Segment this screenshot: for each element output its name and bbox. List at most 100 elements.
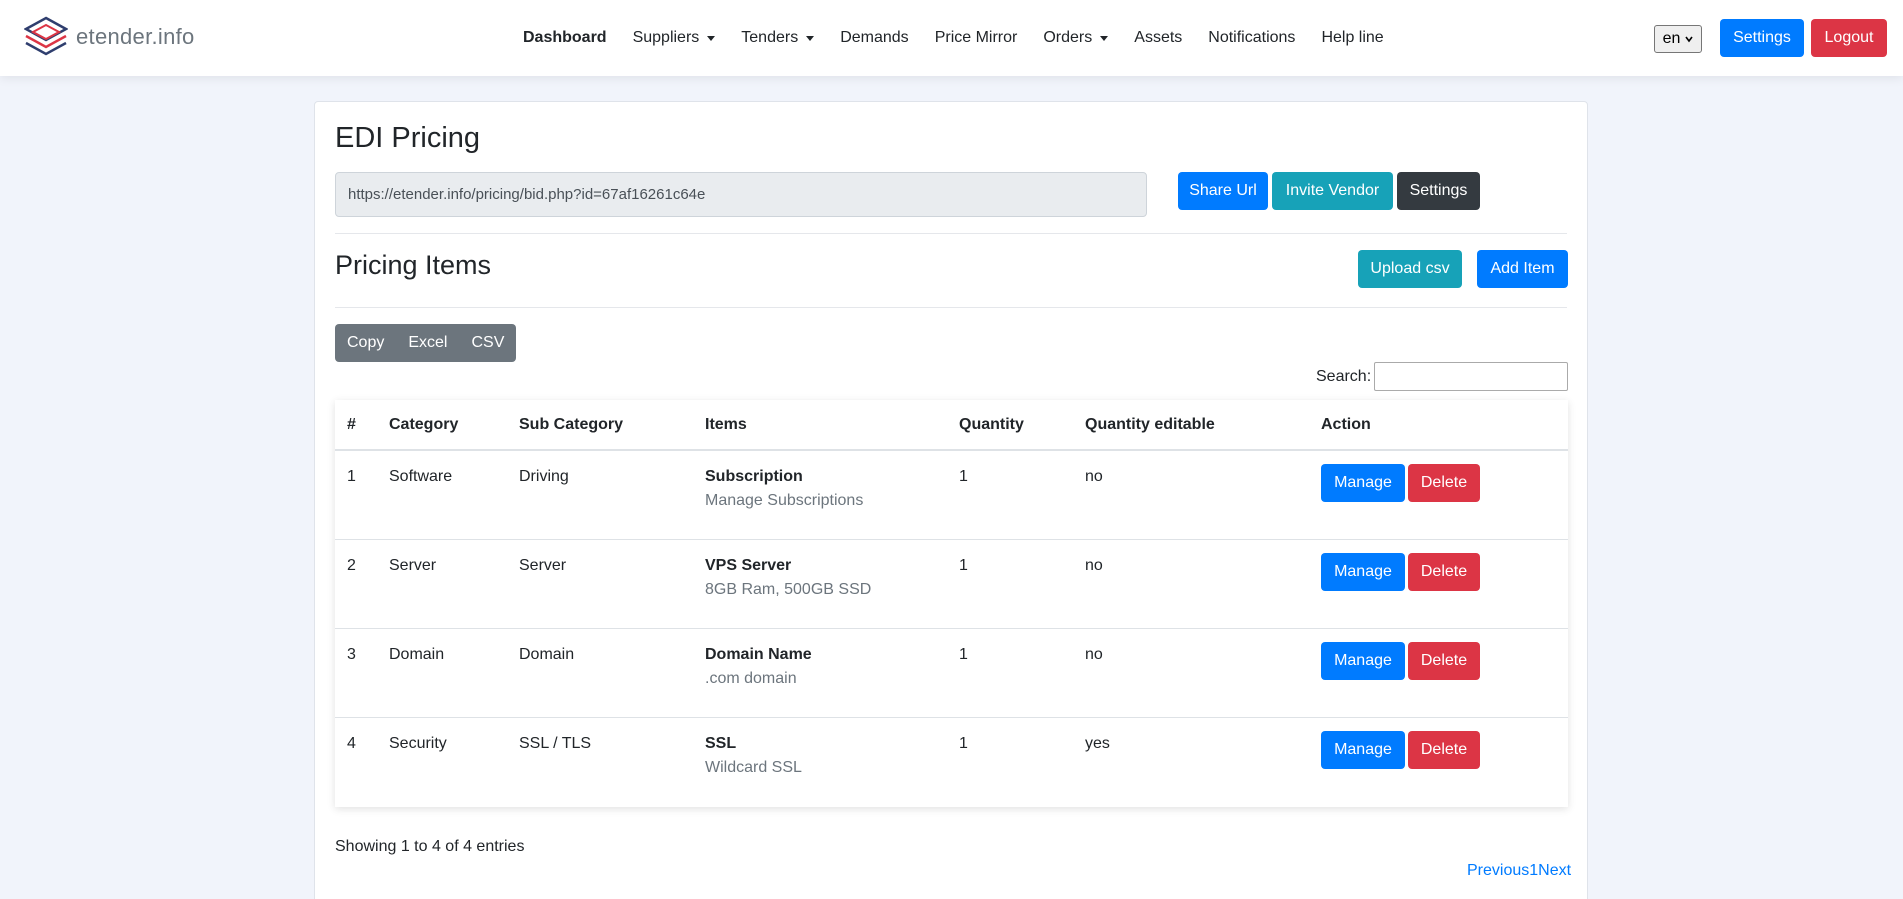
nav-item-label: Suppliers — [632, 29, 700, 46]
item-description: Manage Subscriptions — [705, 492, 864, 509]
nav-item-label: Dashboard — [523, 29, 607, 46]
export-button-group: Copy Excel CSV — [335, 324, 517, 362]
item-description: .com domain — [705, 669, 797, 687]
pricing-card: EDI Pricing https://etender.info/pricing… — [314, 101, 1588, 899]
brand[interactable]: etender.info — [24, 16, 195, 58]
cell-action: Manage Delete — [1309, 450, 1568, 540]
upload-csv-button[interactable]: Upload csv — [1358, 250, 1462, 288]
cell-quantity-editable: no — [1073, 628, 1309, 718]
brand-name: etender.info — [76, 24, 195, 49]
nav-item-label: Assets — [1134, 29, 1183, 46]
cell-number: 1 — [335, 450, 377, 540]
nav-item-assets[interactable]: Assets — [1121, 29, 1195, 47]
invite-vendor-button[interactable]: Invite Vendor — [1272, 172, 1393, 210]
column-header-quantity[interactable]: Quantity — [947, 400, 1073, 451]
share-url-field[interactable]: https://etender.info/pricing/bid.php?id=… — [335, 172, 1147, 217]
next-page-link[interactable]: Next — [1538, 862, 1571, 880]
manage-button[interactable]: Manage — [1321, 730, 1405, 769]
table-row: 1 Software Driving Subscription Manage Subsc… — [335, 450, 1568, 540]
cell-number: 2 — [335, 539, 377, 629]
logout-button[interactable]: Logout — [1811, 19, 1887, 57]
previous-page-link[interactable]: Previous — [1467, 862, 1529, 880]
column-header-number[interactable]: # — [335, 400, 377, 451]
delete-button[interactable]: Delete — [1408, 641, 1480, 680]
search-input[interactable] — [1374, 362, 1568, 391]
column-header-items[interactable]: Items — [693, 400, 947, 451]
nav-item-dashboard[interactable]: Dashboard — [510, 29, 620, 47]
nav-item-label: Tenders — [741, 29, 799, 46]
cell-subcategory: Driving — [507, 450, 693, 540]
cell-subcategory: SSL / TLS — [519, 734, 592, 752]
copy-button[interactable]: Copy — [335, 324, 397, 362]
chevron-down-icon — [1685, 36, 1694, 43]
nav-item-notifications[interactable]: Notifications — [1195, 29, 1308, 47]
pagination: Previous 1 Next — [1467, 862, 1571, 880]
nav-settings-button[interactable]: Settings — [1720, 19, 1804, 57]
cell-quantity-editable: yes — [1085, 734, 1110, 752]
cell-items: Domain Name .com domain — [693, 628, 947, 718]
nav-item-label: Orders — [1043, 29, 1093, 46]
excel-button[interactable]: Excel — [396, 324, 460, 362]
cell-items: SSL Wildcard SSL — [693, 717, 947, 806]
item-name: SSL — [705, 734, 737, 752]
csv-button[interactable]: CSV — [459, 324, 517, 362]
column-header-action[interactable]: Action — [1309, 400, 1568, 451]
nav-item-label: Notifications — [1208, 29, 1296, 46]
caret-down-icon — [707, 35, 716, 41]
etender-logo-icon — [24, 16, 68, 56]
nav-item-help-line[interactable]: Help line — [1308, 29, 1396, 47]
column-header-subcategory[interactable]: Sub Category — [507, 400, 693, 451]
delete-button[interactable]: Delete — [1408, 552, 1480, 591]
cell-action: Manage Delete — [1309, 628, 1568, 718]
language-value: en — [1662, 30, 1681, 47]
page-link-1[interactable]: 1 — [1529, 862, 1538, 880]
cell-category: Security — [389, 734, 447, 752]
divider — [335, 233, 1567, 234]
nav-item-label: Price Mirror — [934, 29, 1018, 46]
delete-button[interactable]: Delete — [1408, 730, 1480, 769]
column-header-quantity-editable[interactable]: Quantity editable — [1073, 400, 1309, 451]
item-description: Wildcard SSL — [705, 758, 802, 776]
cell-category: Software — [377, 450, 507, 540]
table-row: 3 Domain Domain Domain Name .com domain 1 no Ma… — [335, 628, 1568, 718]
item-name: Subscription — [705, 468, 803, 485]
nav-item-orders[interactable]: Orders — [1030, 29, 1121, 47]
cell-quantity: 1 — [959, 734, 968, 752]
language-select[interactable]: en — [1654, 25, 1702, 53]
main-nav: Dashboard Suppliers Tenders Demands Price Mi… — [510, 0, 1397, 76]
cell-action: Manage Delete — [1309, 539, 1568, 629]
item-name: VPS Server — [705, 556, 792, 574]
cell-quantity-editable: no — [1073, 450, 1309, 540]
item-name: Domain Name — [705, 645, 812, 663]
table-row: 2 Server Server VPS Server 8GB Ram, 500GB SS… — [335, 539, 1568, 629]
manage-button[interactable]: Manage — [1321, 641, 1405, 680]
nav-item-demands[interactable]: Demands — [827, 29, 921, 47]
nav-item-price-mirror[interactable]: Price Mirror — [922, 29, 1031, 47]
divider — [335, 307, 1567, 308]
manage-button[interactable]: Manage — [1321, 552, 1405, 591]
caret-down-icon — [1100, 35, 1109, 41]
cell-subcategory: Domain — [507, 628, 693, 718]
table-row: 4 Security SSL / TLS SSL Wildcard SSL 1 yes Man… — [335, 717, 1568, 806]
cell-action: Manage Delete — [1309, 717, 1568, 806]
column-header-category[interactable]: Category — [377, 400, 507, 451]
pricing-settings-button[interactable]: Settings — [1397, 172, 1480, 210]
cell-quantity: 1 — [947, 539, 1073, 629]
delete-button[interactable]: Delete — [1408, 464, 1480, 502]
search-label: Search: — [1316, 368, 1372, 385]
cell-quantity-editable: no — [1073, 539, 1309, 629]
share-url-button[interactable]: Share Url — [1178, 172, 1268, 210]
page-title: EDI Pricing — [335, 122, 481, 154]
section-title: Pricing Items — [335, 250, 492, 280]
cell-category: Server — [377, 539, 507, 629]
item-description: 8GB Ram, 500GB SSD — [705, 580, 872, 598]
nav-item-suppliers[interactable]: Suppliers — [620, 29, 729, 47]
table-header-row: # Category Sub Category Items Quantity Q… — [335, 400, 1568, 451]
caret-down-icon — [806, 35, 815, 41]
nav-item-tenders[interactable]: Tenders — [728, 29, 827, 47]
table-info: Showing 1 to 4 of 4 entries — [335, 838, 525, 855]
manage-button[interactable]: Manage — [1321, 464, 1405, 502]
add-item-button[interactable]: Add Item — [1477, 250, 1568, 288]
cell-items: Subscription Manage Subscriptions — [693, 450, 947, 540]
cell-category: Domain — [377, 628, 507, 718]
